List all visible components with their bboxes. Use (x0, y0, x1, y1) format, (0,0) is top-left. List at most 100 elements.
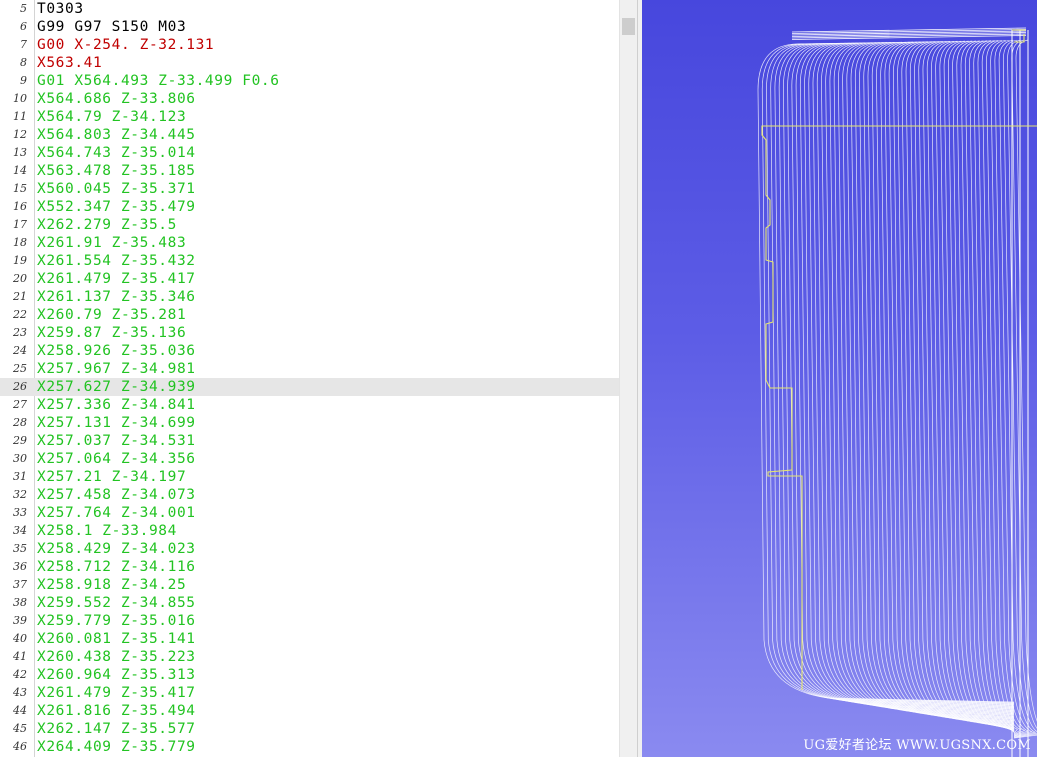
code-line[interactable]: 31 X257.21 Z-34.197 (0, 468, 619, 486)
code-text[interactable]: X260.081 Z-35.141 (37, 630, 196, 648)
code-text[interactable]: X257.037 Z-34.531 (37, 432, 196, 450)
code-line[interactable]: 24 X258.926 Z-35.036 (0, 342, 619, 360)
code-text[interactable]: G01 X564.493 Z-33.499 F0.6 (37, 72, 280, 90)
code-text[interactable]: X260.79 Z-35.281 (37, 306, 186, 324)
code-line[interactable]: 37 X258.918 Z-34.25 (0, 576, 619, 594)
code-text[interactable]: X261.479 Z-35.417 (37, 684, 196, 702)
code-text[interactable]: X258.429 Z-34.023 (37, 540, 196, 558)
code-text[interactable]: X563.478 Z-35.185 (37, 162, 196, 180)
line-number: 26 (13, 380, 27, 393)
code-text[interactable]: X258.918 Z-34.25 (37, 576, 186, 594)
code-line[interactable]: 11 X564.79 Z-34.123 (0, 108, 619, 126)
code-text[interactable]: X259.779 Z-35.016 (37, 612, 196, 630)
code-line[interactable]: 33 X257.764 Z-34.001 (0, 504, 619, 522)
code-text[interactable]: X257.21 Z-34.197 (37, 468, 186, 486)
code-line[interactable]: 18 X261.91 Z-35.483 (0, 234, 619, 252)
code-line[interactable]: 17 X262.279 Z-35.5 (0, 216, 619, 234)
code-line[interactable]: 10 X564.686 Z-33.806 (0, 90, 619, 108)
code-text[interactable]: G00 X-254. Z-32.131 (37, 36, 214, 54)
code-text[interactable]: X564.79 Z-34.123 (37, 108, 186, 126)
code-line[interactable]: 15 X560.045 Z-35.371 (0, 180, 619, 198)
line-number: 11 (13, 110, 27, 123)
code-line[interactable]: 22 X260.79 Z-35.281 (0, 306, 619, 324)
code-line[interactable]: 46 X264.409 Z-35.779 (0, 738, 619, 756)
code-line[interactable]: 30 X257.064 Z-34.356 (0, 450, 619, 468)
code-text[interactable]: X258.712 Z-34.116 (37, 558, 196, 576)
code-line[interactable]: 40 X260.081 Z-35.141 (0, 630, 619, 648)
code-line[interactable]: 45 X262.147 Z-35.577 (0, 720, 619, 738)
code-token: X563.478 Z-35.185 (37, 163, 196, 179)
editor-vertical-scrollbar[interactable] (619, 0, 637, 757)
code-line[interactable]: 36 X258.712 Z-34.116 (0, 558, 619, 576)
line-number: 21 (13, 290, 27, 303)
code-text[interactable]: X262.279 Z-35.5 (37, 216, 177, 234)
code-line[interactable]: 35 X258.429 Z-34.023 (0, 540, 619, 558)
code-text[interactable]: X261.91 Z-35.483 (37, 234, 186, 252)
code-line[interactable]: 13 X564.743 Z-35.014 (0, 144, 619, 162)
code-text[interactable]: T0303 (37, 0, 84, 18)
code-text[interactable]: X261.816 Z-35.494 (37, 702, 196, 720)
code-line[interactable]: 28 X257.131 Z-34.699 (0, 414, 619, 432)
code-text[interactable]: X257.764 Z-34.001 (37, 504, 196, 522)
code-text[interactable]: X261.554 Z-35.432 (37, 252, 196, 270)
line-number: 15 (13, 182, 27, 195)
code-text[interactable]: X560.045 Z-35.371 (37, 180, 196, 198)
code-token: X260.438 Z-35.223 (37, 649, 196, 665)
code-text[interactable]: X259.87 Z-35.136 (37, 324, 186, 342)
code-token: X261.91 Z-35.483 (37, 235, 187, 251)
code-line[interactable]: 26 X257.627 Z-34.939 (0, 378, 619, 396)
code-line[interactable]: 9 G01 X564.493 Z-33.499 F0.6 (0, 72, 619, 90)
code-text[interactable]: X257.627 Z-34.939 (37, 378, 196, 396)
code-line[interactable]: 23 X259.87 Z-35.136 (0, 324, 619, 342)
code-text[interactable]: X564.803 Z-34.445 (37, 126, 196, 144)
code-text[interactable]: X261.137 Z-35.346 (37, 288, 196, 306)
code-text[interactable]: X259.552 Z-34.855 (37, 594, 196, 612)
code-text[interactable]: X552.347 Z-35.479 (37, 198, 196, 216)
line-number: 16 (13, 200, 27, 213)
code-line[interactable]: 5 T0303 (0, 0, 619, 18)
code-line[interactable]: 38 X259.552 Z-34.855 (0, 594, 619, 612)
code-text[interactable]: X257.458 Z-34.073 (37, 486, 196, 504)
code-line[interactable]: 19 X261.554 Z-35.432 (0, 252, 619, 270)
scrollbar-thumb[interactable] (622, 18, 635, 35)
code-line[interactable]: 6 G99 G97 S150 M03 (0, 18, 619, 36)
code-line[interactable]: 32 X257.458 Z-34.073 (0, 486, 619, 504)
code-line[interactable]: 7 G00 X-254. Z-32.131 (0, 36, 619, 54)
code-line[interactable]: 25 X257.967 Z-34.981 (0, 360, 619, 378)
code-text[interactable]: X257.131 Z-34.699 (37, 414, 196, 432)
code-text[interactable]: X258.926 Z-35.036 (37, 342, 196, 360)
code-line[interactable]: 42 X260.964 Z-35.313 (0, 666, 619, 684)
code-line[interactable]: 34 X258.1 Z-33.984 (0, 522, 619, 540)
code-line[interactable]: 14 X563.478 Z-35.185 (0, 162, 619, 180)
code-text[interactable]: X257.064 Z-34.356 (37, 450, 196, 468)
code-line[interactable]: 41 X260.438 Z-35.223 (0, 648, 619, 666)
code-text[interactable]: X257.967 Z-34.981 (37, 360, 196, 378)
code-token: X563.41 (37, 55, 103, 71)
code-line[interactable]: 20 X261.479 Z-35.417 (0, 270, 619, 288)
code-text[interactable]: X564.743 Z-35.014 (37, 144, 196, 162)
code-text[interactable]: X564.686 Z-33.806 (37, 90, 196, 108)
code-text[interactable]: X258.1 Z-33.984 (37, 522, 177, 540)
code-line[interactable]: 43 X261.479 Z-35.417 (0, 684, 619, 702)
code-text[interactable]: X257.336 Z-34.841 (37, 396, 196, 414)
code-text[interactable]: G99 G97 S150 M03 (37, 18, 186, 36)
code-line[interactable]: 29 X257.037 Z-34.531 (0, 432, 619, 450)
code-line[interactable]: 16 X552.347 Z-35.479 (0, 198, 619, 216)
code-line[interactable]: 8 X563.41 (0, 54, 619, 72)
code-text[interactable]: X262.147 Z-35.577 (37, 720, 196, 738)
code-text[interactable]: X261.479 Z-35.417 (37, 270, 196, 288)
code-line[interactable]: 21 X261.137 Z-35.346 (0, 288, 619, 306)
code-line[interactable]: 39 X259.779 Z-35.016 (0, 612, 619, 630)
code-line[interactable]: 27 X257.336 Z-34.841 (0, 396, 619, 414)
line-number: 6 (20, 20, 27, 33)
code-text[interactable]: X563.41 (37, 54, 102, 72)
toolpath-3d-viewport[interactable]: UG爱好者论坛 WWW.UGSNX.COM (642, 0, 1037, 757)
code-text[interactable]: X264.409 Z-35.779 (37, 738, 196, 756)
code-lines[interactable]: 5 T0303 6 G99 G97 S150 M03 7 G00 X-254. Z-32.… (0, 0, 619, 757)
code-token: X257.764 Z-34.001 (37, 505, 196, 521)
code-line[interactable]: 12 X564.803 Z-34.445 (0, 126, 619, 144)
code-line[interactable]: 44 X261.816 Z-35.494 (0, 702, 619, 720)
code-text[interactable]: X260.964 Z-35.313 (37, 666, 196, 684)
code-text[interactable]: X260.438 Z-35.223 (37, 648, 196, 666)
nc-code-editor[interactable]: 5 T0303 6 G99 G97 S150 M03 7 G00 X-254. Z-32.… (0, 0, 637, 757)
